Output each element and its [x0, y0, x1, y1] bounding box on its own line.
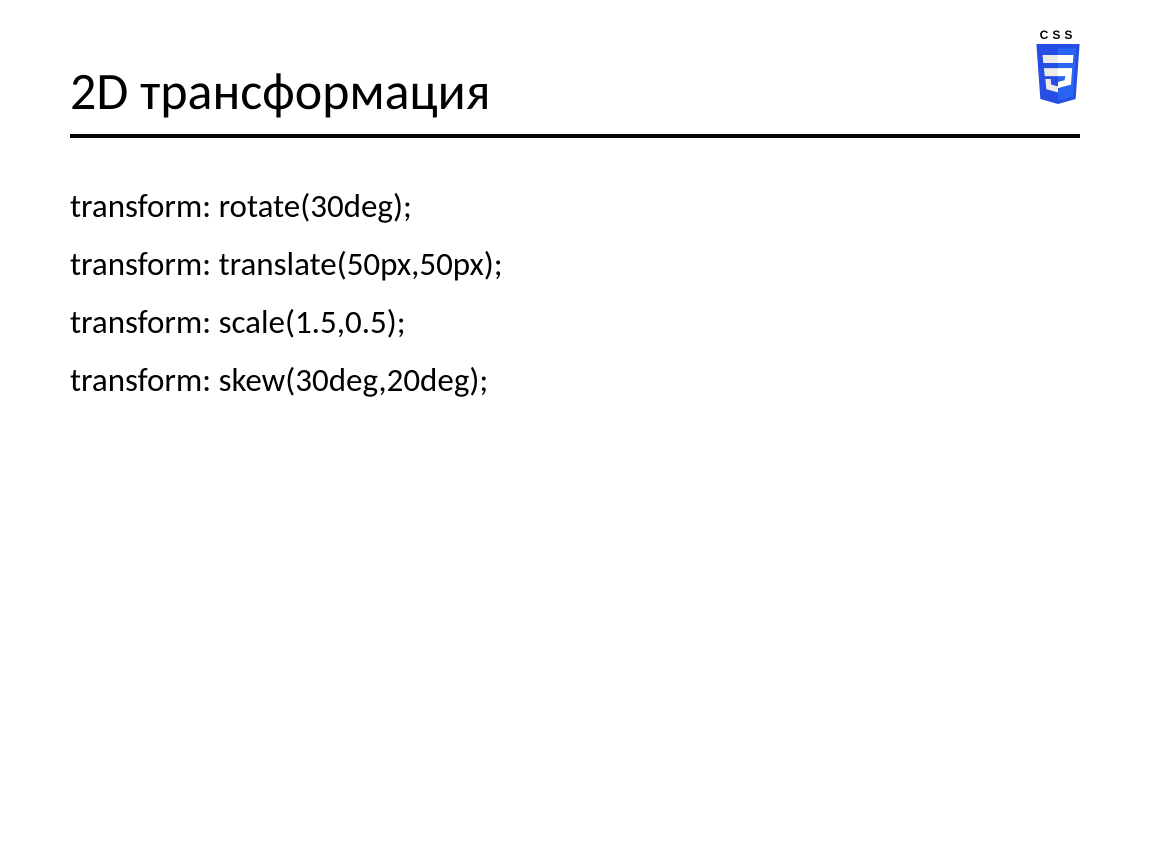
code-line: transform: skew(30deg,20deg); [70, 352, 1080, 410]
code-line: transform: translate(50px,50px); [70, 236, 1080, 294]
title-underline [70, 134, 1080, 138]
slide-header: 2D трансформация [70, 60, 1080, 132]
code-line: transform: scale(1.5,0.5); [70, 294, 1080, 352]
slide-content: transform: rotate(30deg); transform: tra… [70, 178, 1080, 409]
code-line: transform: rotate(30deg); [70, 178, 1080, 236]
presentation-slide: CSS 2D трансформация transform: rotate(3… [0, 0, 1150, 864]
slide-title: 2D трансформация [70, 60, 490, 132]
css3-logo-label: CSS [1040, 28, 1077, 42]
